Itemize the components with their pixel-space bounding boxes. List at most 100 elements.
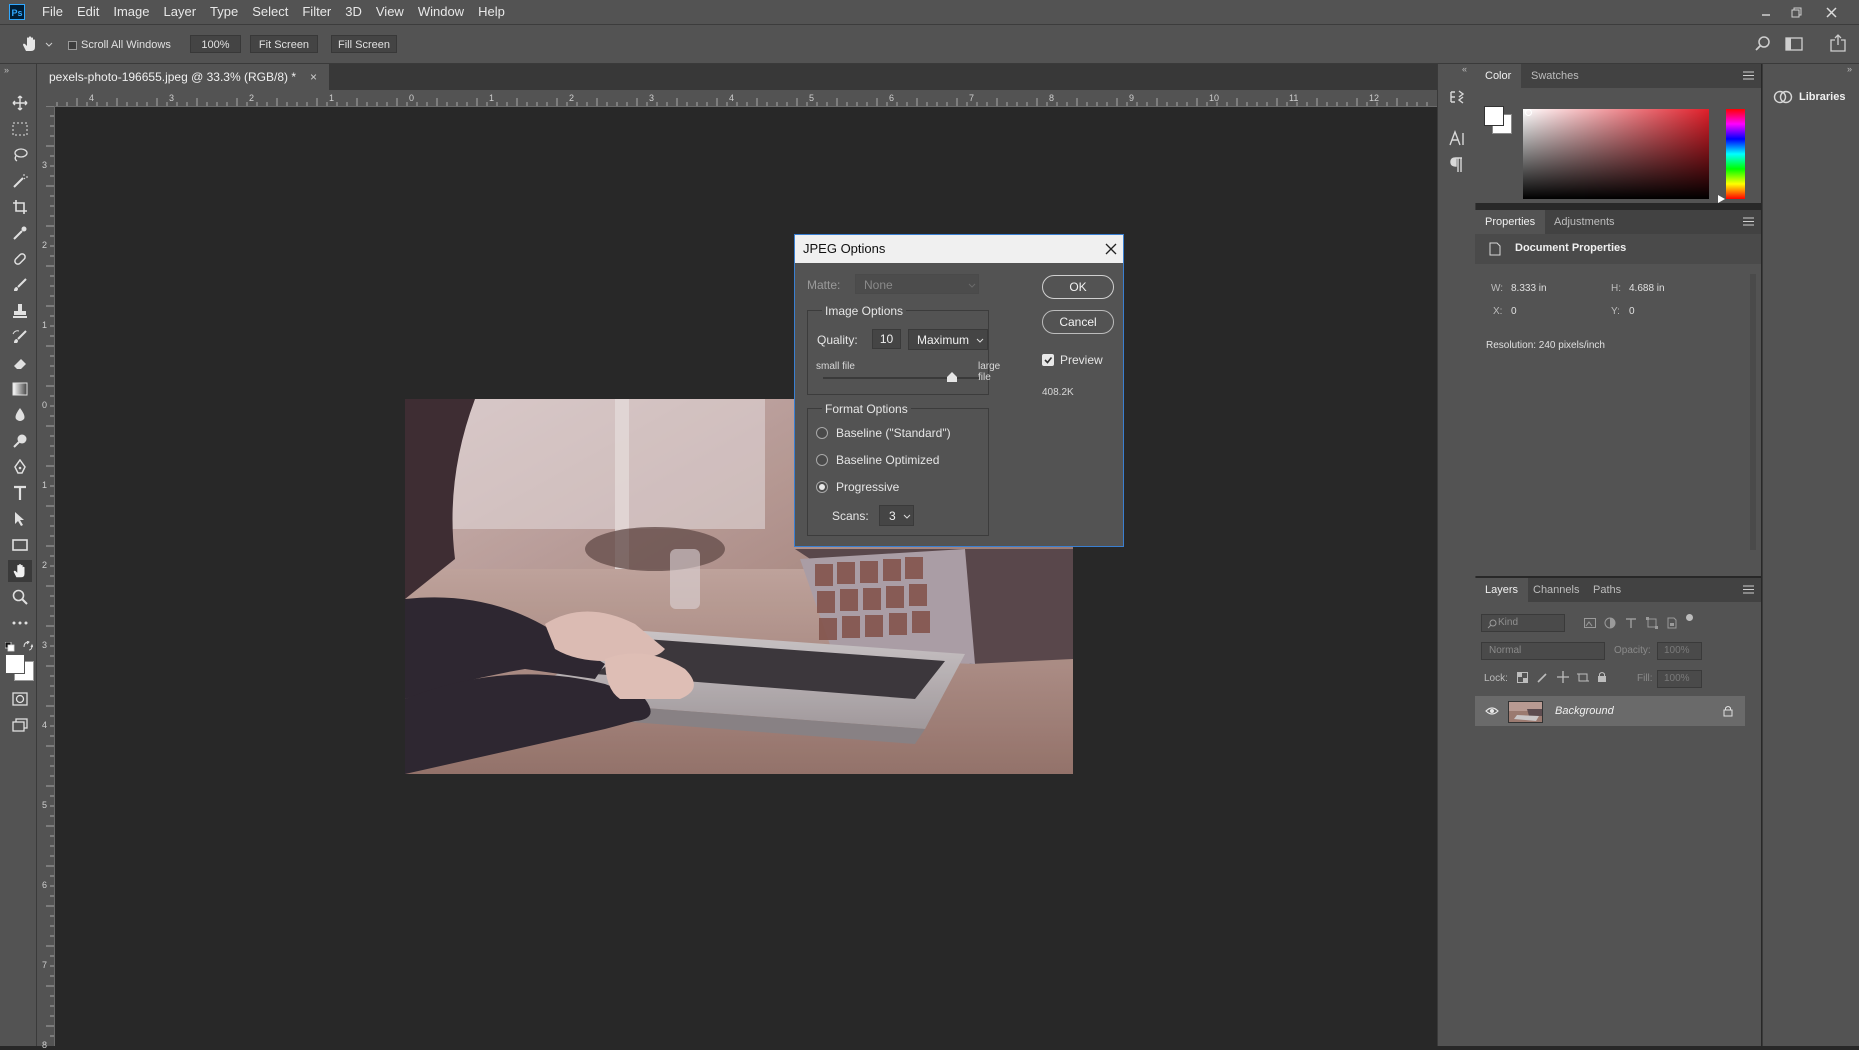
screen-mode-icon[interactable] bbox=[8, 714, 32, 736]
move-tool-icon[interactable] bbox=[8, 92, 32, 114]
more-tools-icon[interactable] bbox=[8, 612, 32, 634]
crop-tool-icon[interactable] bbox=[8, 196, 32, 218]
collapse-toolbox-icon[interactable]: » bbox=[4, 65, 9, 75]
quality-slider-thumb[interactable] bbox=[947, 372, 958, 382]
restore-icon[interactable] bbox=[1781, 0, 1811, 24]
filter-pixel-icon[interactable] bbox=[1584, 618, 1596, 628]
brush-tool-icon[interactable] bbox=[8, 274, 32, 296]
lock-artboard-icon[interactable] bbox=[1577, 672, 1589, 683]
cancel-button[interactable]: Cancel bbox=[1042, 310, 1114, 334]
filter-type-icon[interactable] bbox=[1625, 617, 1637, 629]
menu-layer[interactable]: Layer bbox=[157, 0, 204, 24]
tab-paths[interactable]: Paths bbox=[1583, 578, 1631, 602]
x-value[interactable]: 0 bbox=[1511, 306, 1517, 317]
menu-edit[interactable]: Edit bbox=[70, 0, 106, 24]
workspace-icon[interactable] bbox=[1785, 37, 1803, 51]
width-value[interactable]: 8.333 in bbox=[1511, 283, 1547, 294]
tab-channels[interactable]: Channels bbox=[1523, 578, 1589, 602]
paragraph-icon[interactable] bbox=[1448, 156, 1466, 174]
quality-input[interactable]: 10 bbox=[872, 329, 901, 349]
magic-wand-tool-icon[interactable] bbox=[8, 170, 32, 192]
document-tab[interactable]: pexels-photo-196655.jpeg @ 33.3% (RGB/8)… bbox=[37, 64, 330, 90]
hue-slider[interactable] bbox=[1726, 109, 1745, 199]
lasso-tool-icon[interactable] bbox=[8, 144, 32, 166]
quality-preset-select[interactable]: Maximum bbox=[908, 329, 988, 350]
menu-image[interactable]: Image bbox=[106, 0, 156, 24]
color-field[interactable] bbox=[1523, 109, 1709, 199]
preview-checkbox[interactable]: Preview bbox=[1042, 353, 1103, 367]
tab-properties[interactable]: Properties bbox=[1475, 210, 1546, 234]
layer-name[interactable]: Background bbox=[1555, 705, 1614, 717]
filter-toggle-icon[interactable] bbox=[1686, 614, 1693, 621]
scroll-all-windows-checkbox[interactable]: Scroll All Windows bbox=[68, 39, 171, 51]
panel-foreground-swatch[interactable] bbox=[1484, 106, 1504, 126]
height-value[interactable]: 4.688 in bbox=[1629, 283, 1665, 294]
filter-smart-object-icon[interactable] bbox=[1666, 617, 1678, 629]
menu-filter[interactable]: Filter bbox=[295, 0, 338, 24]
collapse-strip-icon[interactable]: « bbox=[1462, 64, 1467, 74]
opacity-input[interactable]: 100% bbox=[1657, 642, 1702, 660]
layer-row-background[interactable]: Background bbox=[1475, 696, 1745, 726]
minimize-icon[interactable] bbox=[1751, 0, 1781, 24]
menu-type[interactable]: Type bbox=[203, 0, 245, 24]
dodge-tool-icon[interactable] bbox=[8, 430, 32, 452]
lock-position-icon[interactable] bbox=[1557, 671, 1569, 683]
stamp-tool-icon[interactable] bbox=[8, 300, 32, 322]
fit-screen-button[interactable]: Fit Screen bbox=[250, 35, 318, 53]
menu-help[interactable]: Help bbox=[471, 0, 512, 24]
hue-slider-marker[interactable] bbox=[1718, 195, 1726, 203]
gradient-tool-icon[interactable] bbox=[8, 378, 32, 400]
hand-tool-icon[interactable] bbox=[8, 560, 32, 582]
filter-adjustment-icon[interactable] bbox=[1604, 617, 1616, 629]
collapse-libraries-icon[interactable]: » bbox=[1847, 64, 1852, 74]
menu-file[interactable]: File bbox=[35, 0, 70, 24]
quick-mask-icon[interactable] bbox=[8, 688, 32, 710]
history-icon[interactable] bbox=[1448, 88, 1466, 106]
close-window-icon[interactable] bbox=[1816, 0, 1846, 24]
ok-button[interactable]: OK bbox=[1042, 275, 1114, 299]
format-progressive[interactable]: Progressive bbox=[816, 480, 899, 494]
color-panel-menu-icon[interactable] bbox=[1743, 71, 1754, 80]
marquee-tool-icon[interactable] bbox=[8, 118, 32, 140]
eyedropper-tool-icon[interactable] bbox=[8, 222, 32, 244]
zoom-tool-icon[interactable] bbox=[8, 586, 32, 608]
menu-view[interactable]: View bbox=[369, 0, 411, 24]
lock-pixels-icon[interactable] bbox=[1537, 672, 1548, 683]
tab-adjustments[interactable]: Adjustments bbox=[1544, 210, 1625, 234]
close-tab-icon[interactable]: × bbox=[310, 64, 317, 90]
layers-panel-menu-icon[interactable] bbox=[1743, 585, 1754, 594]
format-baseline-optimized[interactable]: Baseline Optimized bbox=[816, 453, 939, 467]
layer-filter-kind-select[interactable]: Kind bbox=[1481, 614, 1565, 632]
properties-scrollbar[interactable] bbox=[1750, 274, 1756, 550]
foreground-color-swatch[interactable] bbox=[5, 654, 25, 674]
tab-color[interactable]: Color bbox=[1475, 64, 1522, 88]
menu-window[interactable]: Window bbox=[411, 0, 471, 24]
format-baseline-standard[interactable]: Baseline ("Standard") bbox=[816, 426, 951, 440]
swap-colors-icon[interactable] bbox=[23, 641, 33, 651]
color-picker-marker[interactable] bbox=[1525, 109, 1532, 116]
menu-select[interactable]: Select bbox=[245, 0, 295, 24]
eye-icon[interactable] bbox=[1485, 706, 1499, 716]
dialog-close-icon[interactable] bbox=[1105, 243, 1117, 255]
filter-shape-icon[interactable] bbox=[1646, 617, 1658, 629]
libraries-button[interactable]: Libraries bbox=[1773, 90, 1845, 104]
fill-screen-button[interactable]: Fill Screen bbox=[331, 35, 397, 53]
zoom-100-button[interactable]: 100% bbox=[190, 35, 241, 53]
tab-layers[interactable]: Layers bbox=[1475, 578, 1529, 602]
matte-select[interactable]: None bbox=[855, 274, 979, 294]
character-icon[interactable] bbox=[1448, 130, 1466, 148]
chevron-down-icon[interactable] bbox=[45, 42, 53, 48]
healing-brush-tool-icon[interactable] bbox=[8, 248, 32, 270]
properties-panel-menu-icon[interactable] bbox=[1743, 217, 1754, 226]
path-selection-tool-icon[interactable] bbox=[8, 508, 32, 530]
lock-all-icon[interactable] bbox=[1597, 671, 1607, 683]
scans-select[interactable]: 3 bbox=[879, 505, 914, 526]
share-icon[interactable] bbox=[1830, 34, 1846, 52]
blend-mode-select[interactable]: Normal bbox=[1481, 642, 1605, 660]
rectangle-tool-icon[interactable] bbox=[8, 534, 32, 556]
default-colors-icon[interactable] bbox=[5, 642, 15, 652]
blur-tool-icon[interactable] bbox=[8, 404, 32, 426]
tab-swatches[interactable]: Swatches bbox=[1521, 64, 1589, 88]
history-brush-tool-icon[interactable] bbox=[8, 326, 32, 348]
lock-transparent-icon[interactable] bbox=[1517, 672, 1528, 683]
